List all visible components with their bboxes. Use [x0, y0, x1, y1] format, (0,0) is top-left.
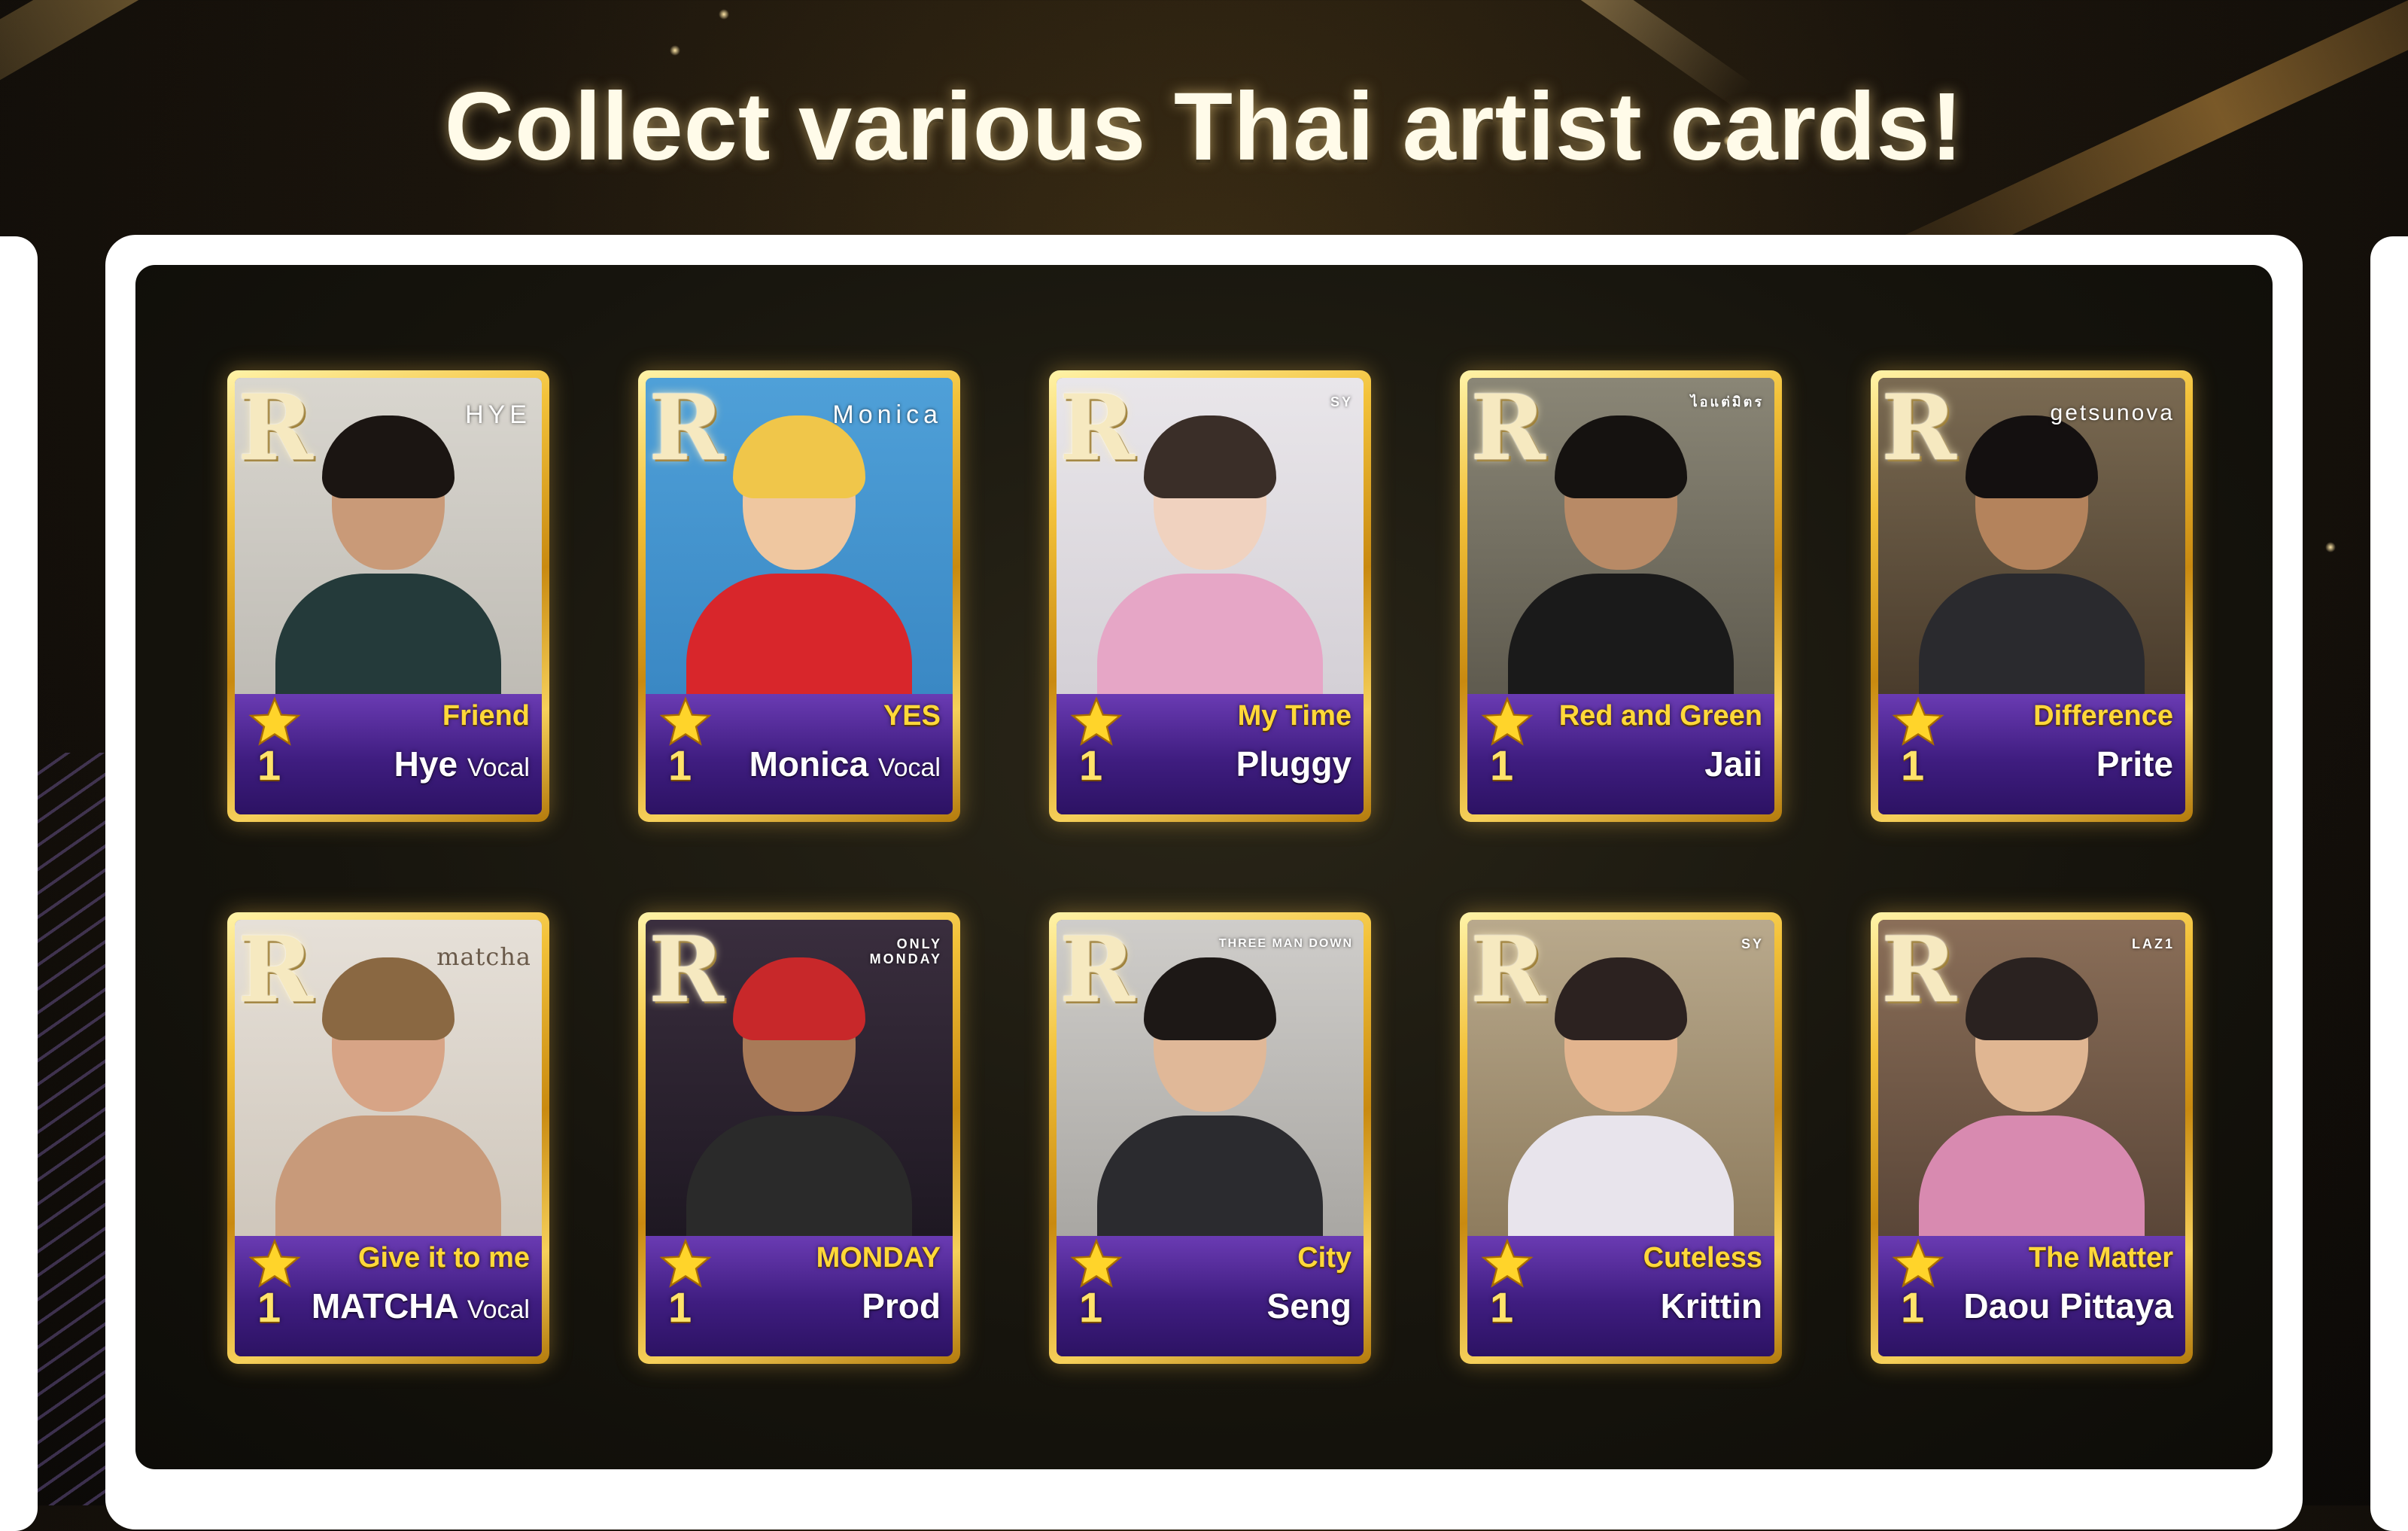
artist-card-prod[interactable]: R ONLY MONDAY 1 MONDAY Prod: [638, 912, 960, 1364]
artist-name: Daou Pittaya: [1963, 1286, 2173, 1326]
star-level: 1: [257, 1283, 281, 1331]
artist-card-daou-pittaya[interactable]: R LAZ1 1 The Matter Daou Pittaya: [1871, 912, 2193, 1364]
artist-card-hye[interactable]: R HYE 1 Friend Hye Vocal: [227, 370, 549, 822]
card-grid: R HYE 1 Friend Hye Vocal R Monica 1 YES …: [135, 265, 2273, 1469]
artist-name: Krittin: [1660, 1286, 1762, 1326]
artist-logo: THREE MAN DOWN: [1218, 937, 1353, 950]
sparkle-icon: [2325, 542, 2336, 552]
artist-name: Pluggy: [1236, 744, 1351, 784]
artist-logo: HYE: [465, 400, 531, 429]
card-info-panel: 1 The Matter Daou Pittaya: [1878, 1236, 2185, 1356]
star-level: 1: [257, 741, 281, 789]
song-title: City: [1297, 1242, 1351, 1274]
rarity-badge: R: [1470, 378, 1546, 481]
previous-panel-edge[interactable]: [0, 236, 38, 1531]
artist-card-krittin[interactable]: R SY 1 Cuteless Krittin: [1460, 912, 1782, 1364]
artist-logo: ไอแต่มิตร: [1690, 394, 1764, 409]
artist-name: Prod: [862, 1286, 941, 1326]
song-title: Red and Green: [1558, 700, 1762, 732]
artist-card-matcha[interactable]: R matcha 1 Give it to me MATCHA Vocal: [227, 912, 549, 1364]
artist-logo: LAZ1: [2132, 936, 2175, 951]
card-info-panel: 1 Difference Prite: [1878, 694, 2185, 814]
artist-logo: Monica: [832, 400, 942, 429]
artist-logo: getsunova: [2050, 400, 2175, 425]
star-level: 1: [1490, 1283, 1514, 1331]
star-level: 1: [1901, 1283, 1925, 1331]
star-level: 1: [1490, 741, 1514, 789]
artist-name: Prite: [2096, 744, 2173, 784]
rarity-badge: R: [1060, 920, 1135, 1023]
star-level: 1: [668, 741, 692, 789]
song-title: MONDAY: [816, 1242, 941, 1274]
artist-name: MATCHA Vocal: [311, 1286, 530, 1326]
song-title: Give it to me: [357, 1242, 530, 1274]
artist-logo: ONLY MONDAY: [869, 936, 942, 966]
rarity-badge: R: [649, 378, 724, 481]
song-title: Difference: [2033, 700, 2173, 732]
star-level: 1: [1079, 741, 1103, 789]
rarity-badge: R: [649, 920, 724, 1023]
sparkle-icon: [719, 9, 729, 20]
artist-card-seng[interactable]: R THREE MAN DOWN 1 City Seng: [1049, 912, 1371, 1364]
card-info-panel: 1 City Seng: [1057, 1236, 1364, 1356]
rarity-badge: R: [1060, 378, 1135, 481]
rarity-badge: R: [238, 920, 313, 1023]
card-info-panel: 1 MONDAY Prod: [646, 1236, 953, 1356]
song-title: My Time: [1237, 700, 1351, 732]
artist-logo: matcha: [436, 942, 531, 971]
card-info-panel: 1 My Time Pluggy: [1057, 694, 1364, 814]
song-title: The Matter: [2028, 1242, 2173, 1274]
artist-card-jaii[interactable]: R ไอแต่มิตร 1 Red and Green Jaii: [1460, 370, 1782, 822]
card-info-panel: 1 Red and Green Jaii: [1467, 694, 1774, 814]
artist-logo: SY: [1741, 936, 1764, 951]
card-info-panel: 1 YES Monica Vocal: [646, 694, 953, 814]
artist-name: Seng: [1266, 1286, 1351, 1326]
artist-name: Monica Vocal: [749, 744, 941, 784]
star-level: 1: [1079, 1283, 1103, 1331]
artist-name: Hye Vocal: [394, 744, 530, 784]
artist-logo: SY: [1330, 394, 1353, 409]
next-panel-edge[interactable]: [2370, 236, 2408, 1531]
song-title: Cuteless: [1643, 1242, 1762, 1274]
artist-card-prite[interactable]: R getsunova 1 Difference Prite: [1871, 370, 2193, 822]
star-level: 1: [1901, 741, 1925, 789]
artist-card-monica[interactable]: R Monica 1 YES Monica Vocal: [638, 370, 960, 822]
card-info-panel: 1 Cuteless Krittin: [1467, 1236, 1774, 1356]
card-showcase-frame: R HYE 1 Friend Hye Vocal R Monica 1 YES …: [105, 235, 2303, 1529]
rarity-badge: R: [1881, 920, 1956, 1023]
page-title: Collect various Thai artist cards!: [444, 73, 1964, 181]
rarity-badge: R: [1881, 378, 1956, 481]
card-info-panel: 1 Friend Hye Vocal: [235, 694, 542, 814]
sparkle-icon: [670, 45, 680, 56]
artist-card-pluggy[interactable]: R SY 1 My Time Pluggy: [1049, 370, 1371, 822]
rarity-badge: R: [1470, 920, 1546, 1023]
song-title: Friend: [442, 700, 530, 732]
song-title: YES: [883, 700, 941, 732]
artist-name: Jaii: [1704, 744, 1762, 784]
star-level: 1: [668, 1283, 692, 1331]
card-info-panel: 1 Give it to me MATCHA Vocal: [235, 1236, 542, 1356]
rarity-badge: R: [238, 378, 313, 481]
